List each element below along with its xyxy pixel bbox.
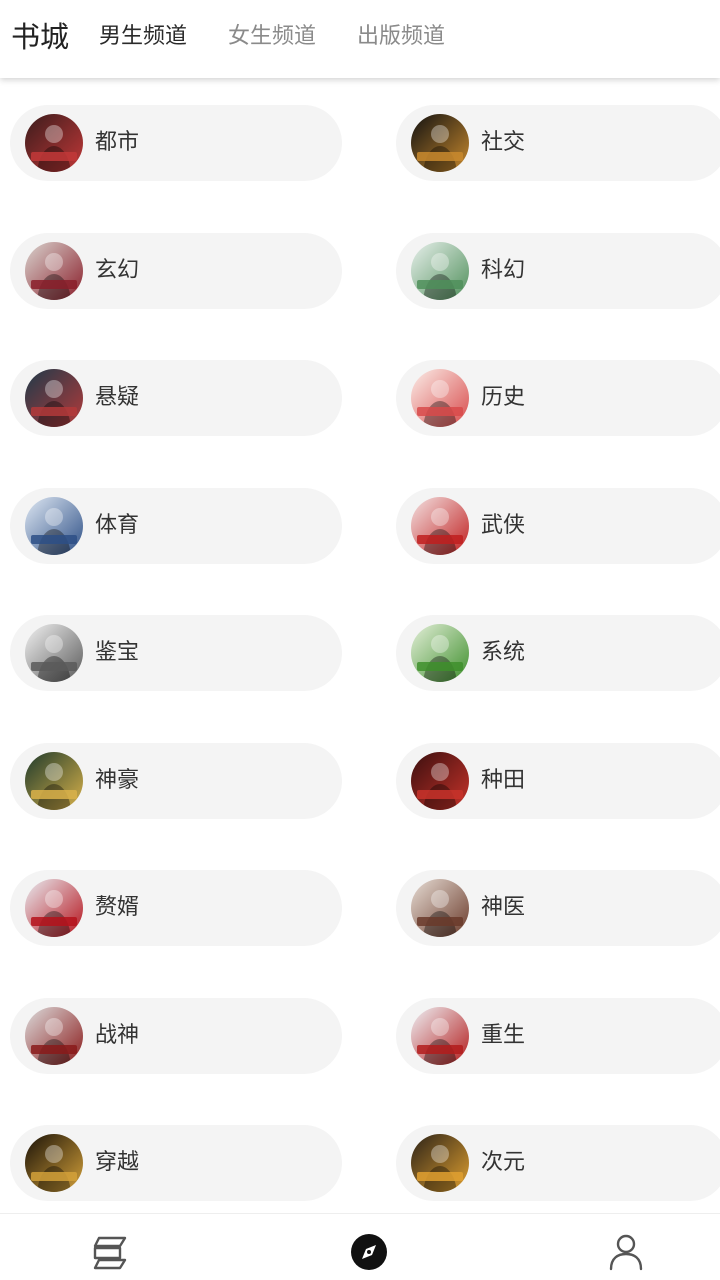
category-item[interactable]: 次元: [396, 1125, 720, 1201]
category-item[interactable]: 武侠: [396, 488, 720, 564]
category-label: 体育: [95, 513, 140, 538]
category-item[interactable]: 系统: [396, 615, 720, 691]
category-cover-image: [411, 369, 469, 427]
category-cover-image: [25, 1134, 83, 1192]
category-label: 次元: [481, 1150, 526, 1175]
category-label: 神医: [481, 895, 526, 920]
nav-discover-button[interactable]: [349, 1232, 389, 1272]
bookstore-screen: 书城 男生频道 女生频道 出版频道 都市 社交玄幻 科幻悬疑 历史体育 武侠鉴宝 系统神豪…: [0, 0, 720, 1280]
category-item[interactable]: 鉴宝: [10, 615, 342, 691]
category-cover-image: [25, 1007, 83, 1065]
category-label: 科幻: [481, 258, 526, 283]
category-label: 赘婿: [95, 895, 140, 920]
category-label: 穿越: [95, 1150, 140, 1175]
category-item[interactable]: 玄幻: [10, 233, 342, 309]
category-cover-image: [411, 1007, 469, 1065]
category-cover-image: [25, 497, 83, 555]
tab-publish-channel[interactable]: 出版频道: [357, 22, 445, 52]
category-item[interactable]: 穿越: [10, 1125, 342, 1201]
category-cover-image: [25, 242, 83, 300]
category-grid: 都市 社交玄幻 科幻悬疑 历史体育 武侠鉴宝 系统神豪 种田赘婿 神医战神 重生穿越 次元: [0, 78, 720, 1213]
category-cover-image: [411, 242, 469, 300]
user-icon: [609, 1234, 643, 1271]
category-item[interactable]: 赘婿: [10, 870, 342, 946]
category-item[interactable]: 社交: [396, 105, 720, 181]
compass-icon: [351, 1234, 387, 1270]
category-cover-image: [411, 879, 469, 937]
category-cover-image: [411, 752, 469, 810]
category-label: 重生: [481, 1023, 526, 1048]
category-cover-image: [411, 497, 469, 555]
category-cover-image: [25, 114, 83, 172]
bookshelf-icon: [93, 1236, 127, 1270]
category-cover-image: [25, 879, 83, 937]
category-item[interactable]: 重生: [396, 998, 720, 1074]
category-cover-image: [25, 752, 83, 810]
category-item[interactable]: 神豪: [10, 743, 342, 819]
category-cover-image: [411, 114, 469, 172]
page-title: 书城: [11, 20, 70, 54]
category-label: 种田: [481, 768, 526, 793]
category-cover-image: [25, 369, 83, 427]
category-item[interactable]: 体育: [10, 488, 342, 564]
category-label: 悬疑: [95, 385, 140, 410]
category-label: 系统: [481, 640, 526, 665]
tab-male-channel[interactable]: 男生频道: [99, 22, 187, 52]
category-item[interactable]: 种田: [396, 743, 720, 819]
category-label: 社交: [481, 130, 526, 155]
category-label: 都市: [95, 130, 140, 155]
category-cover-image: [411, 1134, 469, 1192]
tab-female-channel[interactable]: 女生频道: [228, 22, 316, 52]
top-bar: 书城 男生频道 女生频道 出版频道: [0, 0, 720, 78]
category-cover-image: [411, 624, 469, 682]
category-item[interactable]: 科幻: [396, 233, 720, 309]
category-item[interactable]: 历史: [396, 360, 720, 436]
bottom-navigation: [0, 1213, 720, 1280]
category-item[interactable]: 悬疑: [10, 360, 342, 436]
category-label: 武侠: [481, 513, 526, 538]
category-label: 历史: [481, 385, 526, 410]
nav-profile-button[interactable]: [606, 1232, 646, 1272]
nav-bookshelf-button[interactable]: [92, 1232, 132, 1272]
category-label: 神豪: [95, 768, 140, 793]
category-label: 鉴宝: [95, 640, 140, 665]
category-item[interactable]: 战神: [10, 998, 342, 1074]
category-item[interactable]: 神医: [396, 870, 720, 946]
category-cover-image: [25, 624, 83, 682]
category-label: 玄幻: [95, 258, 140, 283]
category-label: 战神: [95, 1023, 140, 1048]
category-item[interactable]: 都市: [10, 105, 342, 181]
